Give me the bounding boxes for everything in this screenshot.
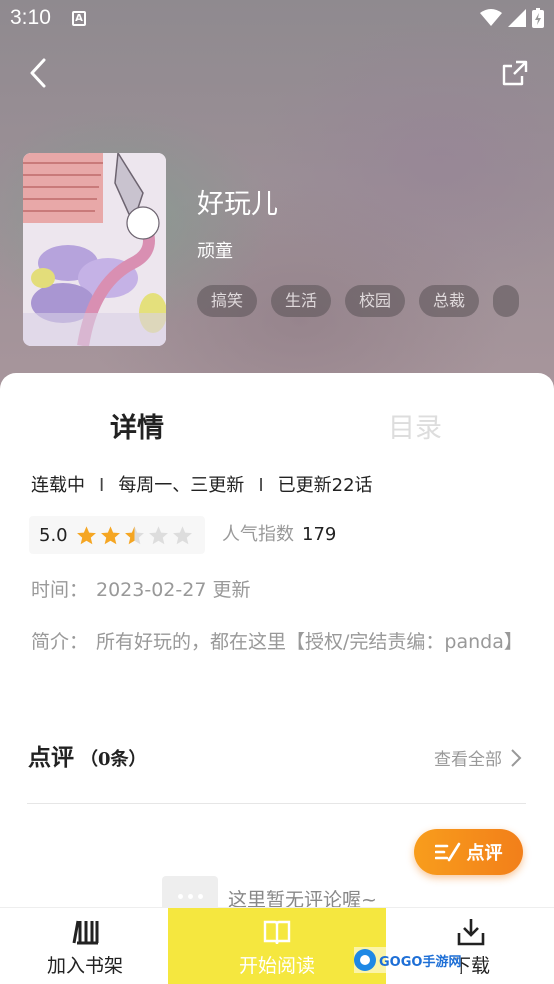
tag-chip[interactable]: 校园	[345, 285, 406, 317]
back-button[interactable]	[22, 56, 56, 90]
start-reading-label: 开始阅读	[238, 955, 315, 977]
chevron-right-icon	[511, 748, 522, 767]
divider	[27, 803, 526, 804]
tag-chip[interactable]: 搞笑	[197, 285, 258, 317]
status-bar: 3:10 A	[0, 0, 554, 38]
open-book-icon	[263, 920, 291, 945]
tag-list: 搞笑 生活 校园 总裁	[197, 285, 520, 317]
bottom-action-bar: 加入书架 开始阅读 下载	[0, 907, 554, 984]
comic-title: 好玩儿	[197, 189, 278, 220]
popularity-label: 人气指数	[222, 524, 294, 545]
wifi-icon	[480, 9, 502, 26]
episode-count: 已更新22话	[277, 475, 373, 496]
battery-icon	[532, 8, 544, 28]
cover-illustration	[23, 153, 166, 346]
share-icon	[502, 60, 528, 86]
rating-box: 5.0	[29, 516, 205, 554]
chevron-left-icon	[30, 58, 46, 88]
system-icons	[480, 8, 544, 28]
detail-sheet: 详情 目录 连载中 I 每周一、三更新 I 已更新22话 5.0 人气指数 179 时间：…	[0, 373, 554, 916]
reviews-count: （0条）	[80, 749, 147, 770]
share-button[interactable]	[500, 58, 534, 92]
edit-icon	[434, 842, 460, 862]
star-empty-icon	[172, 525, 192, 544]
reviews-title: 点评 （0条）	[28, 738, 147, 772]
tab-detail[interactable]: 详情	[110, 406, 164, 445]
download-icon	[457, 919, 485, 946]
update-schedule: 每周一、三更新	[118, 475, 245, 496]
meta-separator: I	[99, 475, 105, 496]
watermark-text: GOGO手游网	[379, 954, 462, 970]
add-to-shelf-button[interactable]: 加入书架	[44, 908, 126, 984]
star-empty-icon	[148, 525, 168, 544]
star-full-icon	[76, 525, 96, 544]
rating-score: 5.0	[39, 524, 68, 546]
add-to-shelf-label: 加入书架	[46, 955, 123, 977]
signal-icon	[508, 9, 526, 27]
tag-chip[interactable]: 总裁	[419, 285, 480, 317]
reviews-title-text: 点评	[28, 744, 74, 771]
watermark-icon	[354, 949, 376, 971]
comic-cover-image[interactable]	[23, 153, 166, 346]
meta-separator: I	[258, 475, 264, 496]
see-all-label: 查看全部	[434, 750, 502, 770]
serial-status: 连载中	[31, 475, 85, 496]
write-review-label: 点评	[466, 843, 503, 864]
intro-label: 简介：	[31, 631, 89, 653]
time-label: 时间：	[31, 579, 89, 601]
popularity: 人气指数 179	[222, 516, 336, 554]
notification-a-icon: A	[72, 11, 86, 26]
tag-chip[interactable]: 生活	[271, 285, 332, 317]
intro-value: 所有好玩的，都在这里【授权/完结责编：panda】	[96, 631, 523, 653]
bookshelf-icon	[72, 920, 99, 945]
watermark-logo: GOGO手游网	[354, 947, 462, 973]
star-half-icon	[124, 525, 144, 544]
write-review-button[interactable]: 点评	[414, 829, 523, 875]
popularity-value: 179	[302, 524, 337, 545]
time-value: 2023-02-27 更新	[96, 579, 251, 601]
serial-meta: 连载中 I 每周一、三更新 I 已更新22话	[31, 471, 373, 497]
star-full-icon	[100, 525, 120, 544]
status-time: 3:10	[10, 6, 51, 29]
rating-stars	[76, 525, 193, 546]
tag-chip-overflow[interactable]	[493, 285, 520, 317]
tab-toc[interactable]: 目录	[388, 406, 442, 445]
comic-author[interactable]: 顽童	[197, 237, 233, 263]
see-all-link[interactable]: 查看全部	[434, 745, 522, 770]
